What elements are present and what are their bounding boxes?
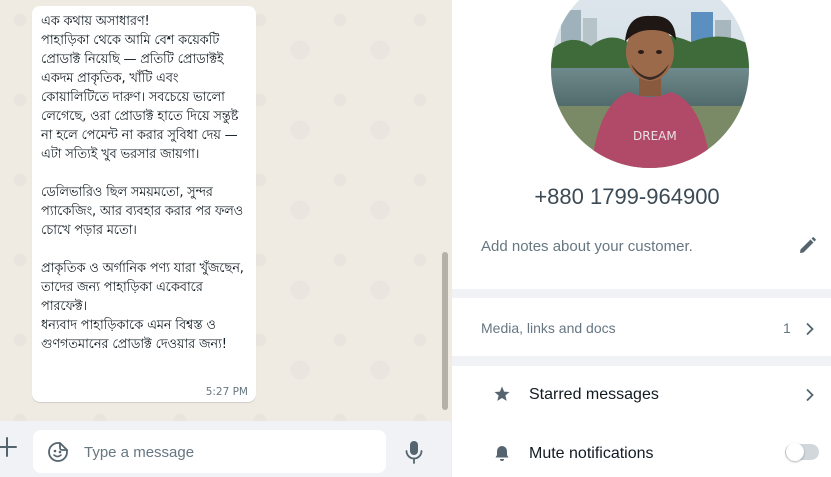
star-icon [493,385,511,403]
plus-icon[interactable] [0,436,18,458]
media-label: Media, links and docs [481,320,616,336]
chevron-right-icon [804,321,816,336]
media-count: 1 [783,320,791,336]
chat-scrollbar-thumb[interactable] [442,252,448,410]
pencil-icon[interactable] [797,236,817,256]
svg-text:DREAM: DREAM [633,129,677,143]
message-bubble[interactable]: এক কথায় অসাধারণ! পাহাড়িকা থেকে আমি বেশ… [32,6,256,402]
mic-icon[interactable] [403,439,425,465]
whatsapp-window: এক কথায় অসাধারণ! পাহাড়িকা থেকে আমি বেশ… [0,0,831,477]
message-input[interactable] [84,441,374,463]
mute-notifications-row[interactable]: Mute notifications [529,445,654,463]
message-text: এক কথায় অসাধারণ! পাহাড়িকা থেকে আমি বেশ… [41,14,244,352]
chevron-right-icon [804,387,816,402]
mute-toggle-knob[interactable] [786,443,804,461]
message-time: 5:27 PM [205,386,248,398]
contact-phone: +880 1799-964900 [534,184,720,209]
sticker-icon[interactable] [47,441,69,463]
bell-icon [493,444,511,462]
customer-notes[interactable]: Add notes about your customer. [481,238,693,255]
starred-messages-row[interactable]: Starred messages [529,386,659,404]
